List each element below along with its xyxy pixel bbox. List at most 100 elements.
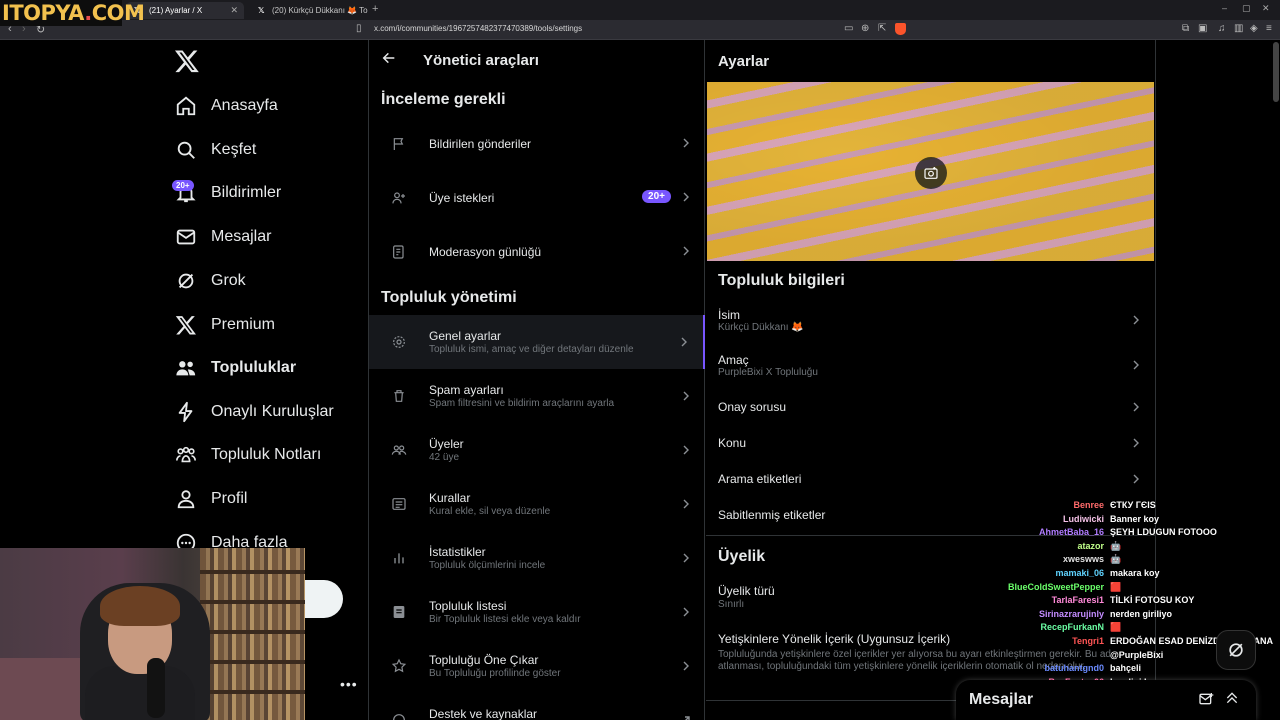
menu-icon[interactable]: ≡: [1266, 23, 1272, 34]
webcam-bed: [0, 658, 90, 720]
row-topic[interactable]: Konu: [706, 428, 1155, 464]
row-subtitle: Bir Topluluk listesi ekle veya kaldır: [429, 614, 581, 625]
notification-badge: 20+: [172, 180, 194, 191]
chat-line: Ludiwicki Banner koy: [960, 514, 1280, 527]
minimize-icon[interactable]: –: [1222, 3, 1227, 13]
row-rules[interactable]: Kurallar Kural ekle, sil veya düzenle: [369, 477, 705, 531]
chevron-right-icon: [681, 337, 687, 347]
share-icon[interactable]: ⇱: [878, 23, 886, 34]
nav-label: Grok: [211, 272, 246, 289]
account-more-icon[interactable]: •••: [340, 676, 358, 692]
row-community-list[interactable]: Topluluk listesi Bir Topluluk listesi ek…: [369, 585, 705, 639]
new-tab-icon[interactable]: +: [372, 3, 378, 15]
row-title: Üyeler: [429, 437, 464, 451]
back-arrow-icon[interactable]: [381, 50, 397, 66]
chevron-right-icon: [683, 391, 689, 401]
row-subtitle: 42 üye: [429, 452, 460, 463]
row-statistics[interactable]: İstatistikler Topluluk ölçümlerini incel…: [369, 531, 705, 585]
nav-grok[interactable]: Grok: [175, 266, 246, 296]
chevron-right-icon: [683, 192, 689, 202]
nav-premium[interactable]: Premium: [175, 310, 275, 340]
bookmark-icon[interactable]: ▯: [356, 23, 362, 34]
webcam-shelf-lines: [200, 548, 305, 720]
row-subtitle: Kural ekle, sil veya düzenle: [429, 506, 551, 517]
extension-icon[interactable]: ⧉: [1182, 23, 1189, 34]
webcam-person-hair: [100, 586, 180, 626]
chat-message: nerden giriliyo: [1110, 608, 1173, 619]
camera-add-icon: [924, 167, 938, 179]
chat-username: TarlaFaresi1: [1051, 595, 1104, 606]
vpn-icon[interactable]: ◈: [1250, 23, 1258, 34]
x-premium-icon: [175, 314, 197, 336]
x-favicon-icon: 𝕏: [258, 6, 265, 15]
star-icon: [391, 658, 407, 674]
nav-explore[interactable]: Keşfet: [175, 135, 256, 165]
close-window-icon[interactable]: ✕: [1262, 3, 1270, 14]
new-message-icon[interactable]: [1198, 691, 1214, 707]
cast-icon[interactable]: ▭: [844, 23, 853, 34]
row-search-tags[interactable]: Arama etiketleri: [706, 464, 1155, 500]
nav-community-notes[interactable]: Topluluk Notları: [175, 440, 321, 470]
nav-communities[interactable]: Topluluklar: [175, 353, 296, 383]
nav-label: Premium: [211, 316, 276, 333]
brave-shield-icon[interactable]: [895, 23, 906, 35]
row-support[interactable]: Destek ve kaynaklar: [369, 693, 705, 720]
chevron-right-icon: [1133, 402, 1139, 412]
row-members[interactable]: Üyeler 42 üye: [369, 423, 705, 477]
tab-label: (20) Kürkçü Dükkanı 🦊 Topluluk / X: [272, 6, 368, 15]
bar-chart-icon: [391, 550, 407, 566]
chevron-right-icon: [683, 553, 689, 563]
flag-icon: [391, 136, 407, 152]
nav-label: Keşfet: [211, 141, 257, 158]
messages-drawer-title: Mesajlar: [969, 691, 1034, 708]
row-title: Amaç: [718, 353, 749, 367]
community-banner-image[interactable]: [707, 82, 1154, 261]
chat-message: 🟥: [1110, 581, 1122, 592]
row-title: Üyelik türü: [718, 584, 775, 598]
url-field[interactable]: x.com/i/communities/1967257482377470389/…: [374, 24, 582, 33]
change-banner-button[interactable]: [915, 157, 947, 189]
nav-messages[interactable]: Mesajlar: [175, 222, 271, 252]
sidebar-icon[interactable]: ▥: [1234, 23, 1243, 34]
row-title: Sabitlenmiş etiketler: [718, 508, 826, 522]
nav-label: Bildirimler: [211, 184, 282, 201]
row-title: Moderasyon günlüğü: [429, 245, 542, 259]
messages-drawer[interactable]: Mesajlar: [956, 680, 1256, 720]
chat-username: Sirinazrarujinly: [1038, 608, 1104, 619]
wallet-icon[interactable]: ▣: [1198, 23, 1207, 34]
expand-up-icon[interactable]: [1224, 690, 1240, 706]
nav-home[interactable]: Anasayfa: [175, 91, 278, 121]
chat-line: atazor 🤖: [960, 541, 1280, 554]
search-icon: [175, 139, 197, 161]
row-general-settings[interactable]: Genel ayarlar Topluluk ismi, amaç ve diğ…: [369, 315, 705, 369]
nav-profile[interactable]: Profil: [175, 484, 247, 514]
row-title: Arama etiketleri: [718, 472, 802, 486]
zoom-icon[interactable]: ⊕: [861, 23, 869, 34]
chat-username: Ludiwicki: [1062, 513, 1104, 524]
members-icon: [391, 442, 407, 458]
help-icon: [391, 712, 407, 720]
chat-username: AhmetBaba_16: [1038, 527, 1104, 538]
row-member-requests[interactable]: Üye istekleri 20+: [369, 170, 705, 224]
row-title: Konu: [718, 436, 747, 450]
row-name[interactable]: İsim Kürkçü Dükkanı 🦊: [706, 302, 1155, 342]
row-moderation-log[interactable]: Moderasyon günlüğü: [369, 224, 705, 278]
page-scrollbar[interactable]: [1273, 42, 1279, 102]
row-subtitle: Spam filtresini ve bildirim araçlarını a…: [429, 398, 615, 409]
watermark-logo: ITOPYA.COM: [0, 0, 145, 26]
chat-line: mamaki_06 makara koy: [960, 568, 1280, 581]
row-purpose[interactable]: Amaç PurpleBixi X Topluluğu: [706, 347, 1155, 387]
row-title: İsim: [718, 308, 740, 322]
close-icon[interactable]: ✕: [230, 5, 238, 16]
webcam-microphone: [147, 658, 165, 718]
row-reported-posts[interactable]: Bildirilen gönderiler: [369, 116, 705, 170]
row-approval-question[interactable]: Onay sorusu: [706, 392, 1155, 428]
tab-topluluk[interactable]: 𝕏 (20) Kürkçü Dükkanı 🦊 Topluluk / X: [250, 2, 368, 19]
row-spam-settings[interactable]: Spam ayarları Spam filtresini ve bildiri…: [369, 369, 705, 423]
nav-verified-orgs[interactable]: Onaylı Kuruluşlar: [175, 397, 334, 427]
grok-floating-button[interactable]: [1216, 630, 1256, 670]
row-spotlight[interactable]: Topluluğu Öne Çıkar Bu Topluluğu profili…: [369, 639, 705, 693]
maximize-icon[interactable]: ▢: [1242, 3, 1251, 14]
music-icon[interactable]: ♫: [1218, 23, 1226, 34]
x-logo-icon[interactable]: [174, 48, 200, 74]
